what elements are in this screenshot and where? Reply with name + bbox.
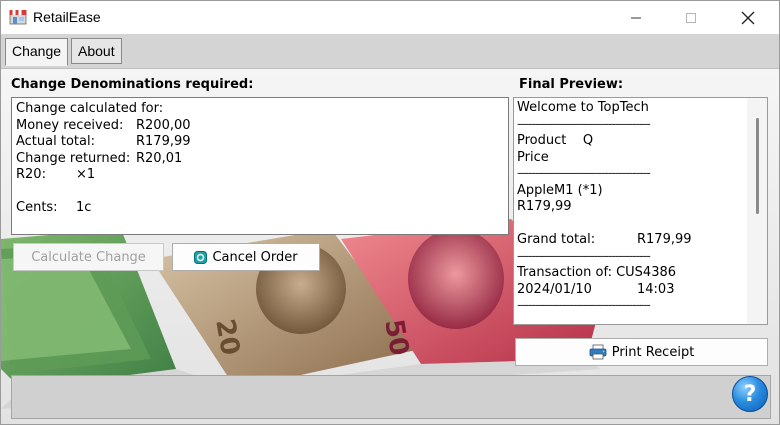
cancel-order-label: Cancel Order xyxy=(212,249,298,265)
change-returned-value: R20,01 xyxy=(136,150,183,166)
receipt-product-header: Product Q xyxy=(517,133,594,148)
preview-scrollbar[interactable] xyxy=(747,98,767,324)
tab-change[interactable]: Change xyxy=(5,38,69,66)
cents-label: Cents: xyxy=(16,200,58,215)
r20-label: R20: xyxy=(16,167,46,182)
receipt-separator: -------------------------------------- xyxy=(517,248,651,264)
title-bar: RetailEase xyxy=(1,1,779,34)
receipt-separator: -------------------------------------- xyxy=(517,166,651,181)
receipt-separator: -------------------------------------- xyxy=(517,116,651,132)
receipt-price-header: Price xyxy=(517,149,549,165)
calc-for-line: Change calculated for: xyxy=(16,101,164,116)
receipt-separator: -------------------------------------- xyxy=(517,298,651,313)
minimize-button[interactable] xyxy=(613,1,659,34)
receipt-grand-total: Grand total: R179,99 xyxy=(517,232,743,249)
receipt-item-price: R179,99 xyxy=(517,199,572,214)
r20-count: ×1 xyxy=(76,167,96,182)
window-title: RetailEase xyxy=(33,9,101,25)
close-icon xyxy=(741,11,755,24)
actual-total-label: Actual total: xyxy=(16,134,95,149)
maximize-button[interactable] xyxy=(668,1,714,34)
calculate-change-button[interactable]: Calculate Change xyxy=(13,243,164,271)
maximize-icon xyxy=(686,12,696,23)
help-button[interactable]: ? xyxy=(732,376,768,412)
final-preview-heading: Final Preview: xyxy=(519,77,624,92)
print-receipt-button[interactable]: Print Receipt xyxy=(515,338,768,366)
close-button[interactable] xyxy=(725,1,771,34)
receipt-time: 14:03 xyxy=(637,281,675,297)
tab-about[interactable]: About xyxy=(71,38,122,64)
receipt-item-name: AppleM1 (*1) xyxy=(517,182,603,198)
cancel-icon xyxy=(194,250,208,264)
receipt-content: Welcome to TopTech ---------------------… xyxy=(517,100,743,315)
printer-icon xyxy=(589,344,607,360)
actual-total-value: R179,99 xyxy=(136,134,191,149)
app-window: RetailEase Change About 20 50 Change Den… xyxy=(0,0,780,425)
cents-value: 1c xyxy=(76,200,92,215)
cancel-order-button[interactable]: Cancel Order xyxy=(172,243,320,271)
store-icon xyxy=(9,10,27,25)
money-received-label: Money received: xyxy=(16,117,124,133)
help-icon: ? xyxy=(743,381,757,407)
receipt-date: 2024/01/10 xyxy=(517,281,592,297)
grand-total-value: R179,99 xyxy=(637,232,692,247)
change-output-textbox[interactable]: Change calculated for: Money received: R… xyxy=(11,97,509,235)
calculate-change-label: Calculate Change xyxy=(31,249,146,265)
minimize-icon xyxy=(631,17,641,18)
change-denominations-heading: Change Denominations required: xyxy=(11,77,254,92)
grand-total-label: Grand total: xyxy=(517,232,596,247)
money-received-value: R200,00 xyxy=(136,117,191,133)
svg-text:20: 20 xyxy=(209,317,245,358)
preview-scrollbar-thumb[interactable] xyxy=(756,118,759,214)
receipt-preview-textbox[interactable]: Welcome to TopTech ---------------------… xyxy=(513,97,768,325)
change-returned-label: Change returned: xyxy=(16,150,131,166)
status-panel xyxy=(11,375,771,419)
receipt-datetime: 2024/01/10 14:03 xyxy=(517,282,743,299)
tab-strip: Change About xyxy=(1,34,779,68)
change-tab-content: 20 50 Change Denominations required: Cha… xyxy=(1,68,779,424)
receipt-transaction: Transaction of: CUS4386 xyxy=(517,265,677,280)
receipt-welcome: Welcome to TopTech xyxy=(517,100,649,115)
print-receipt-label: Print Receipt xyxy=(611,344,695,360)
svg-text:50: 50 xyxy=(378,317,414,358)
